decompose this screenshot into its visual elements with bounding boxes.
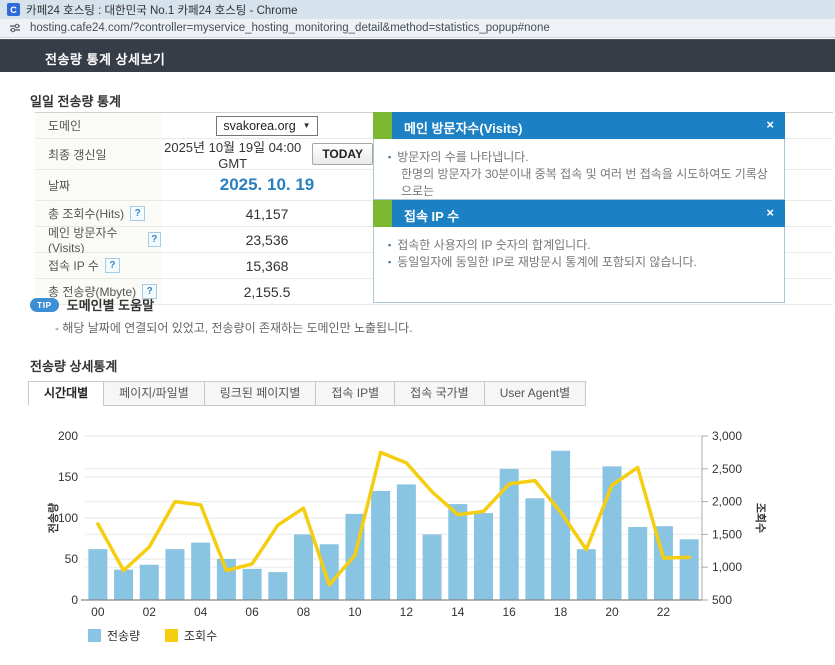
updated-value: 2025년 10월 19일 04:00 GMT <box>161 137 304 171</box>
svg-text:04: 04 <box>194 605 208 619</box>
svg-text:0: 0 <box>71 593 78 607</box>
tab-page-file[interactable]: 페이지/파일별 <box>103 381 205 406</box>
visits-label: 메인 방문자수(Visits) <box>48 224 142 255</box>
ip-value: 15,368 <box>246 258 289 274</box>
svg-text:조회수: 조회수 <box>754 503 768 533</box>
tip-title: 도메인별 도움말 <box>67 295 154 314</box>
detail-tabs: 시간대별 페이지/파일별 링크된 페이지별 접속 IP별 접속 국가별 User… <box>28 381 585 406</box>
svg-text:22: 22 <box>657 605 671 619</box>
svg-text:500: 500 <box>712 593 732 607</box>
svg-text:50: 50 <box>65 552 79 566</box>
visits-tooltip: 메인 방문자수(Visits) × ▪ 방문자의 수를 나타냅니다. 한명의 방… <box>373 112 785 200</box>
tip-badge: TIP <box>30 298 59 312</box>
site-settings-icon[interactable] <box>9 22 21 34</box>
bullet-icon: ▪ <box>388 254 391 271</box>
tab-access-country[interactable]: 접속 국가별 <box>394 381 485 406</box>
svg-text:20: 20 <box>605 605 619 619</box>
svg-text:14: 14 <box>451 605 465 619</box>
svg-text:3,000: 3,000 <box>712 429 742 443</box>
help-icon[interactable]: ? <box>130 206 145 221</box>
chart-canvas: 0 50 100 150 200 500 1,000 1,500 2,000 2,500 3,000… <box>35 423 805 660</box>
page-header: 전송량 통계 상세보기 <box>0 39 835 72</box>
tooltip-text: 접속한 사용자의 IP 숫자의 합계입니다. <box>397 237 590 254</box>
chevron-down-icon: ▼ <box>303 121 311 130</box>
domain-select[interactable]: svakorea.org ▼ <box>216 116 317 136</box>
tab-access-ip[interactable]: 접속 IP별 <box>315 381 395 406</box>
tip-help-line: - 해당 날짜에 연결되어 있었고, 전송량이 존재하는 도메인만 노출됩니다. <box>55 319 413 336</box>
hits-label: 총 조회수(Hits) <box>48 205 124 222</box>
tab-user-agent[interactable]: User Agent별 <box>484 381 586 406</box>
address-bar[interactable]: hosting.cafe24.com/?controller=myservice… <box>0 19 835 38</box>
detail-stats-heading: 전송량 상세통계 <box>30 356 117 375</box>
page-title: 전송량 통계 상세보기 <box>45 49 165 68</box>
svg-text:1,500: 1,500 <box>712 527 742 541</box>
help-icon[interactable]: ? <box>105 258 120 273</box>
tooltip-text: 방문자의 수를 나타냅니다. <box>397 149 528 166</box>
tooltip-text: 한명의 방문자가 30분이내 중복 접속 및 여러 번 접속을 시도하여도 기록… <box>401 166 772 200</box>
cafe24-favicon-icon: C <box>7 3 20 16</box>
visits-value: 23,536 <box>246 232 289 248</box>
svg-text:150: 150 <box>58 470 78 484</box>
window-titlebar: C 카페24 호스팅 : 대한민국 No.1 카페24 호스팅 - Chrome <box>0 0 835 19</box>
today-button[interactable]: TODAY <box>312 143 373 165</box>
bullet-icon: ▪ <box>388 237 391 254</box>
popup-window: { "window": { "title": "카페24 호스팅 : 대한민국 … <box>0 0 835 662</box>
ip-label: 접속 IP 수 <box>48 257 99 274</box>
svg-text:16: 16 <box>503 605 517 619</box>
svg-text:전송량: 전송량 <box>46 503 60 533</box>
close-icon[interactable]: × <box>766 205 774 220</box>
svg-text:00: 00 <box>91 605 105 619</box>
tooltip-green-accent <box>373 200 392 227</box>
svg-text:06: 06 <box>245 605 259 619</box>
tab-linked-page[interactable]: 링크된 페이지별 <box>204 381 317 406</box>
ip-tooltip: 접속 IP 수 × ▪ 접속한 사용자의 IP 숫자의 합계입니다. ▪ 동일일… <box>373 200 785 303</box>
tooltip-text: 동일일자에 동일한 IP로 재방문시 통계에 포함되지 않습니다. <box>397 254 697 271</box>
date-value: 2025. 10. 19 <box>220 175 315 195</box>
svg-text:18: 18 <box>554 605 568 619</box>
svg-text:08: 08 <box>297 605 311 619</box>
close-icon[interactable]: × <box>766 117 774 132</box>
daily-stats-heading: 일일 전송량 통계 <box>30 91 121 110</box>
svg-text:1,000: 1,000 <box>712 560 742 574</box>
window-title: 카페24 호스팅 : 대한민국 No.1 카페24 호스팅 - Chrome <box>26 2 297 18</box>
url-text[interactable]: hosting.cafe24.com/?controller=myservice… <box>30 22 550 34</box>
tooltip-green-accent <box>373 112 392 139</box>
bullet-icon: ▪ <box>388 149 391 166</box>
mbyte-value: 2,155.5 <box>244 284 291 300</box>
svg-text:2,000: 2,000 <box>712 495 742 509</box>
hits-value: 41,157 <box>246 206 289 222</box>
traffic-chart: 0 50 100 150 200 500 1,000 1,500 2,000 2,500 3,000… <box>35 423 805 660</box>
tooltip-group: 메인 방문자수(Visits) × ▪ 방문자의 수를 나타냅니다. 한명의 방… <box>373 112 785 303</box>
svg-text:전송량: 전송량 <box>107 629 140 643</box>
updated-label: 최종 갱신일 <box>35 139 161 169</box>
domain-label: 도메인 <box>35 113 161 138</box>
tooltip-title: 접속 IP 수 <box>404 206 459 225</box>
tab-hourly[interactable]: 시간대별 <box>28 381 104 406</box>
svg-text:02: 02 <box>143 605 157 619</box>
help-icon[interactable]: ? <box>148 232 161 247</box>
domain-select-value: svakorea.org <box>223 119 295 133</box>
svg-text:200: 200 <box>58 429 78 443</box>
svg-text:조회수: 조회수 <box>184 629 217 643</box>
svg-text:10: 10 <box>348 605 362 619</box>
svg-text:100: 100 <box>58 511 78 525</box>
svg-text:12: 12 <box>400 605 414 619</box>
date-label: 날짜 <box>35 170 161 200</box>
svg-text:2,500: 2,500 <box>712 462 742 476</box>
tooltip-title: 메인 방문자수(Visits) <box>404 118 522 137</box>
